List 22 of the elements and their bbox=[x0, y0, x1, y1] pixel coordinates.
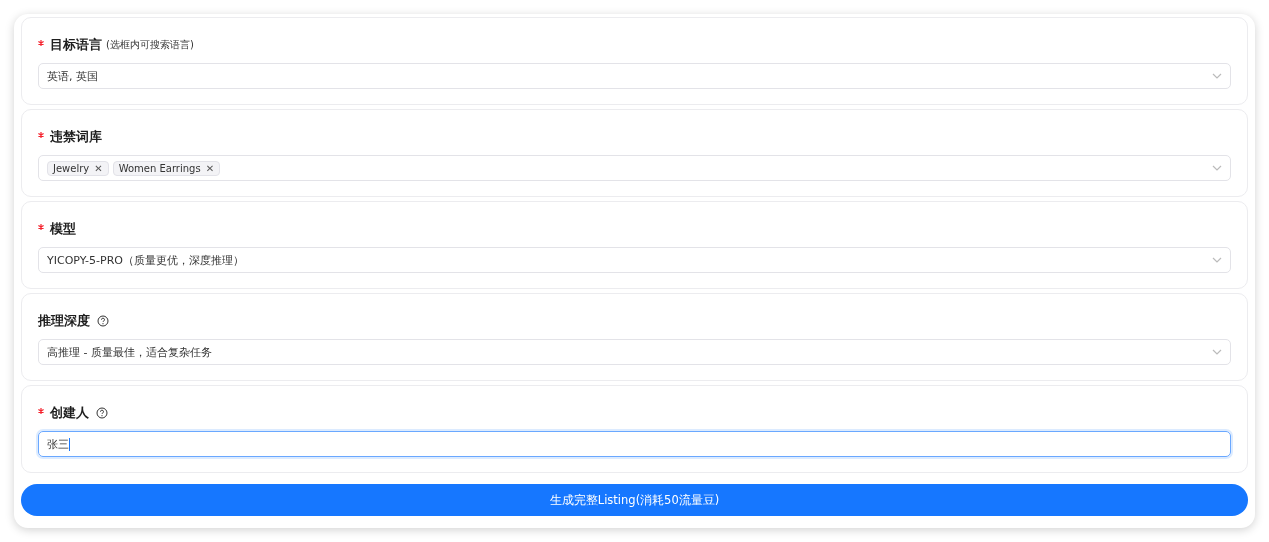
field-label: 创建人 bbox=[50, 404, 89, 422]
select-field[interactable]: 英语, 英国 bbox=[38, 63, 1231, 89]
field-label: 模型 bbox=[50, 220, 76, 238]
chevron-down-icon bbox=[1212, 257, 1222, 263]
field-hint: (选框内可搜索语言) bbox=[106, 38, 194, 52]
select-field[interactable]: 高推理 - 质量最佳，适合复杂任务 bbox=[38, 339, 1231, 365]
generate-button[interactable]: 生成完整Listing(消耗50流量豆) bbox=[21, 484, 1248, 516]
remove-tag-button[interactable]: ✕ bbox=[94, 162, 103, 174]
input-field[interactable]: 张三 bbox=[38, 431, 1231, 457]
chevron-down-icon bbox=[1212, 349, 1222, 355]
select-field[interactable]: YICOPY-5-PRO（质量更优，深度推理） bbox=[38, 247, 1231, 273]
field-label: 违禁词库 bbox=[50, 128, 102, 146]
tag: Jewelry ✕ bbox=[47, 160, 109, 176]
chevron-down-icon bbox=[1212, 73, 1222, 79]
field-label: 推理深度 bbox=[38, 312, 90, 330]
help-icon bbox=[97, 315, 109, 327]
chevron-down-icon bbox=[1212, 165, 1222, 171]
tag-select-field[interactable]: Jewelry ✕ Women Earrings ✕ bbox=[38, 155, 1231, 181]
help-icon bbox=[96, 407, 108, 419]
tag: Women Earrings ✕ bbox=[112, 160, 221, 176]
field-label: 目标语言 bbox=[50, 36, 102, 54]
remove-tag-button[interactable]: ✕ bbox=[205, 162, 215, 174]
